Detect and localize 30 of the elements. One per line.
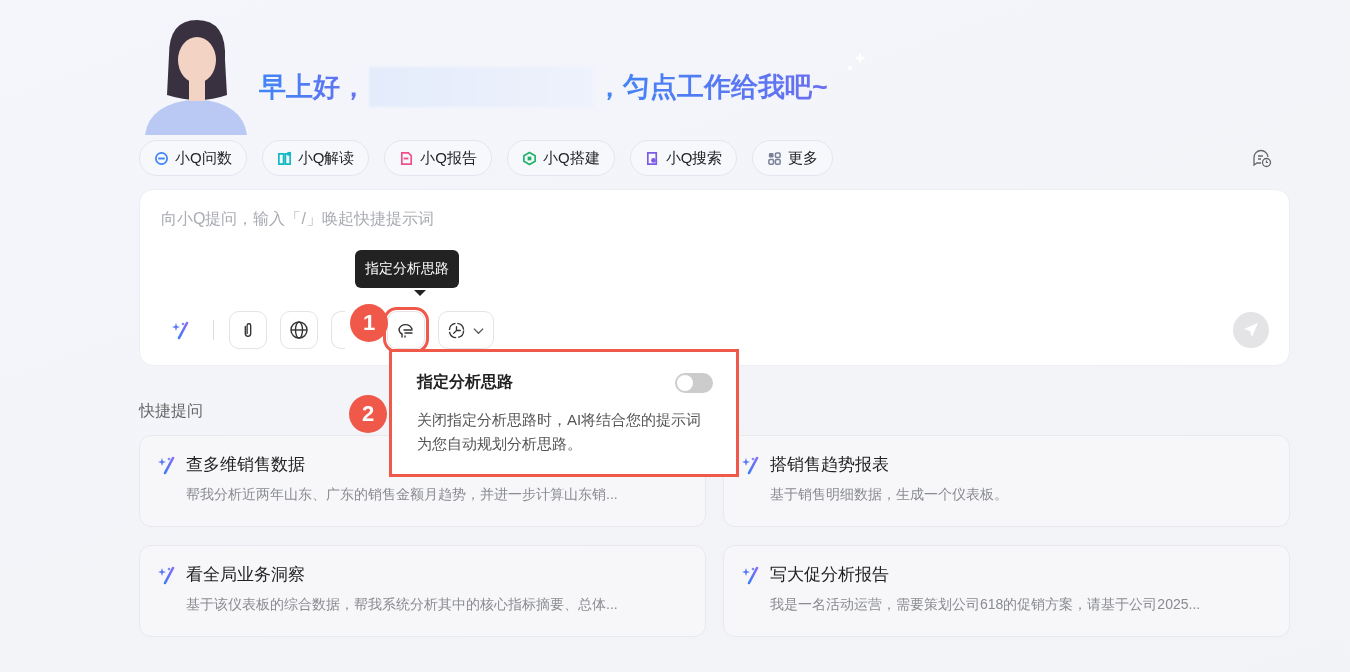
toggle-switch[interactable]	[675, 372, 713, 393]
step-badge: 2	[349, 395, 387, 433]
card-description: 基于销售明细数据，生成一个仪表板。	[770, 486, 1009, 504]
card-description: 帮我分析近两年山东、广东的销售金额月趋势，并进一步计算山东销...	[186, 486, 619, 504]
model-dropdown[interactable]	[438, 311, 494, 349]
toolbar-button[interactable]	[229, 311, 267, 349]
popover-title: 指定分析思路	[417, 372, 513, 392]
refresh-cycle-icon	[447, 320, 466, 340]
card-description: 我是一名活动运营，需要策划公司618的促销方案，请基于公司2025...	[770, 596, 1202, 614]
card-title: 搭销售趋势报表	[770, 454, 889, 476]
mode-chip[interactable]: 小Q问数	[139, 140, 247, 176]
tooltip: 指定分析思路	[355, 250, 459, 288]
mode-chip[interactable]: 小Q解读	[261, 140, 370, 176]
mode-chip[interactable]: 小Q搜索	[629, 140, 738, 176]
card-title: 看全局业务洞察	[186, 564, 305, 586]
card-description: 基于该仪表板的综合数据，帮我系统分析其中的核心指标摘要、总体...	[186, 596, 619, 614]
prompt-suggestion-card[interactable]: 搭销售趋势报表 基于销售明细数据，生成一个仪表板。	[723, 435, 1290, 527]
prompt-input[interactable]: 向小Q提问，输入「/」唤起快捷提示词	[161, 210, 1269, 228]
card-title: 查多维销售数据	[186, 454, 305, 476]
card-title: 写大促分析报告	[770, 564, 889, 586]
prompt-suggestion-card[interactable]: 写大促分析报告 我是一名活动运营，需要策划公司618的促销方案，请基于公司2025...	[723, 545, 1290, 637]
mode-chip[interactable]: 小Q搭建	[507, 140, 615, 176]
mode-chip[interactable]: 小Q报告	[384, 140, 492, 176]
mode-chip[interactable]: 更多	[752, 140, 834, 176]
toolbar-button[interactable]	[280, 311, 318, 349]
tooltip-arrow	[414, 290, 426, 296]
prompt-suggestion-card[interactable]: 看全局业务洞察 基于该仪表板的综合数据，帮我系统分析其中的核心指标摘要、总体...	[139, 545, 706, 637]
section-title: 快捷提问	[139, 401, 203, 421]
chat-history-icon[interactable]	[1252, 148, 1272, 168]
globe-icon	[289, 320, 309, 340]
